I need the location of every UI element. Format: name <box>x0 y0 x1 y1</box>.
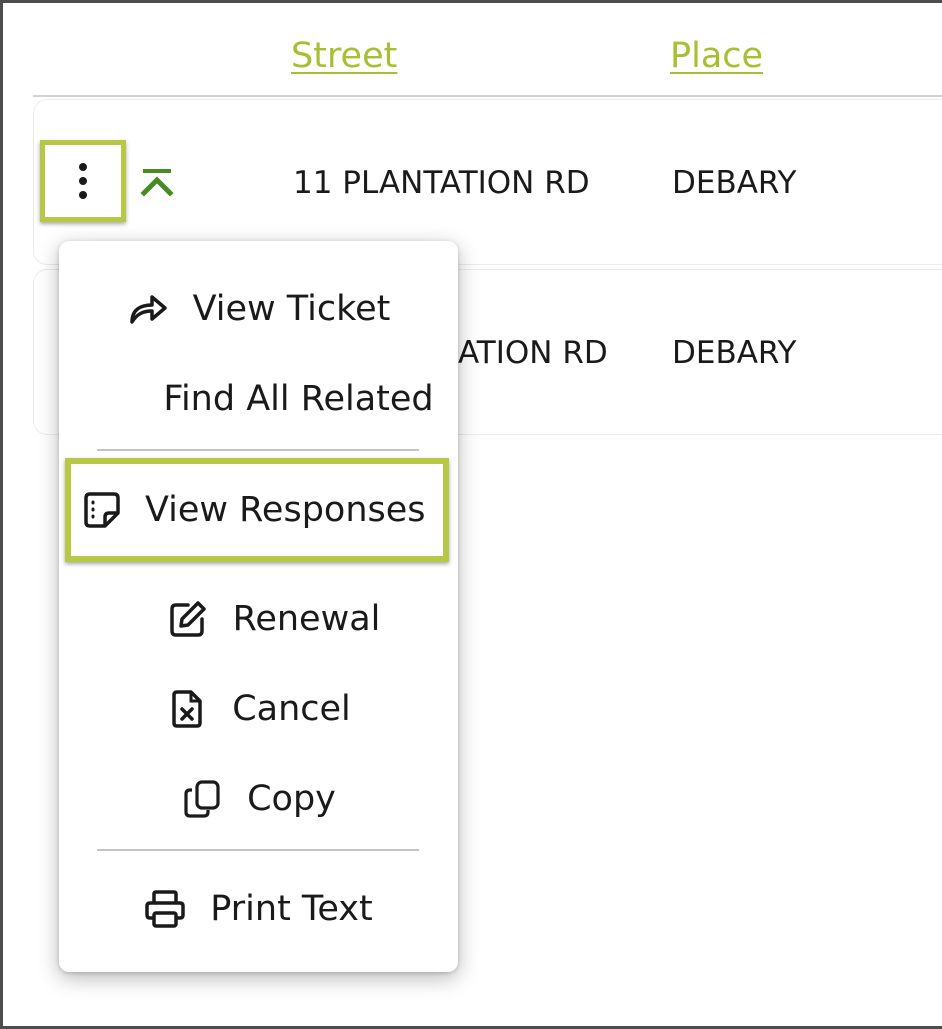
header-divider <box>33 95 942 97</box>
sticky-note-icon <box>81 489 123 531</box>
share-arrow-icon <box>127 288 169 330</box>
menu-item-label: Print Text <box>210 889 373 929</box>
row-place-cell: DEBARY <box>672 165 797 201</box>
printer-icon <box>144 888 186 930</box>
row-street-cell: 11 PLANTATION RD <box>293 165 590 201</box>
edit-icon <box>167 598 209 640</box>
menu-item-label: Renewal <box>232 599 381 639</box>
menu-item-find-all-related[interactable]: Find All Related <box>59 364 458 434</box>
file-x-icon <box>166 688 208 730</box>
menu-item-label: View Responses <box>145 490 426 530</box>
column-header-street[interactable]: Street <box>291 34 397 78</box>
menu-item-label: View Ticket <box>192 289 391 329</box>
copy-icon <box>181 778 223 820</box>
menu-divider <box>97 449 419 451</box>
kebab-menu-icon <box>79 163 87 199</box>
menu-divider <box>97 849 419 851</box>
menu-item-cancel[interactable]: Cancel <box>59 674 458 744</box>
menu-item-label: Cancel <box>232 689 351 729</box>
row-place-cell: DEBARY <box>672 335 797 371</box>
collapse-up-icon[interactable] <box>140 166 174 198</box>
menu-item-label: Copy <box>247 779 336 819</box>
row-actions-button[interactable] <box>40 140 126 222</box>
menu-item-label: Find All Related <box>163 379 434 419</box>
row-context-menu: View Ticket Find All Related Renewal Can… <box>59 241 458 972</box>
menu-item-copy[interactable]: Copy <box>59 764 458 834</box>
menu-item-view-responses[interactable]: View Responses <box>65 458 449 562</box>
menu-item-print-text[interactable]: Print Text <box>59 874 458 944</box>
column-header-place[interactable]: Place <box>670 34 763 78</box>
menu-item-view-ticket[interactable]: View Ticket <box>59 274 458 344</box>
row-street-cell: ATION RD <box>458 335 608 371</box>
menu-item-renewal[interactable]: Renewal <box>59 584 458 654</box>
